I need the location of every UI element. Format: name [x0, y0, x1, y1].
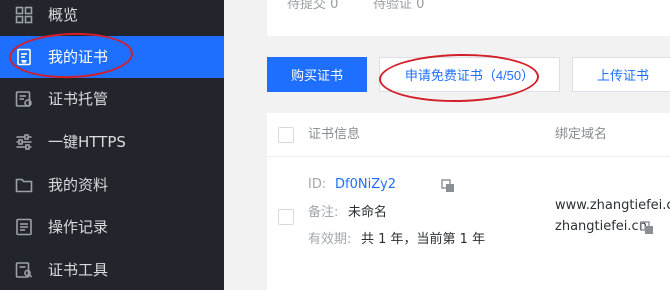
row-checkbox[interactable] [278, 209, 294, 225]
grid-icon [15, 6, 33, 24]
sidebar-item-one-click-https[interactable]: 一键HTTPS [0, 121, 224, 163]
sidebar-item-label: 我的资料 [48, 176, 109, 194]
folder-icon [15, 176, 33, 194]
column-header-certificate-info: 证书信息 [308, 127, 361, 142]
upload-certificate-button[interactable]: 上传证书 [572, 57, 670, 92]
summary-card: 待提交 0 待验证 0 [267, 0, 670, 36]
column-header-bound-domain: 绑定域名 [555, 127, 608, 142]
sidebar-item-my-profile[interactable]: 我的资料 [0, 164, 224, 206]
hosting-icon [15, 90, 33, 108]
remark-value: 未命名 [348, 205, 388, 220]
apply-free-certificate-button[interactable]: 申请免费证书（4/50） [379, 57, 560, 92]
tool-icon [15, 261, 33, 279]
sidebar-item-label: 证书工具 [48, 261, 109, 279]
sidebar-item-operation-log[interactable]: 操作记录 [0, 206, 224, 248]
bound-domain: www.zhangtiefei.cn [555, 198, 670, 213]
validity-label: 有效期: [308, 232, 352, 247]
log-icon [15, 218, 33, 236]
sidebar-item-label: 我的证书 [48, 48, 109, 66]
sidebar-item-label: 操作记录 [48, 218, 109, 236]
buy-certificate-button[interactable]: 购买证书 [267, 57, 367, 92]
copy-icon[interactable] [441, 179, 455, 193]
copy-icon[interactable] [640, 221, 654, 235]
select-all-checkbox[interactable] [278, 127, 294, 143]
validity-value: 共 1 年，当前第 1 年 [361, 232, 486, 247]
sliders-icon [15, 133, 33, 151]
sidebar: 概览 我的证书 证书托管 一键HTTPS 我的资料 操作记录 证书工具 [0, 0, 224, 290]
sidebar-item-certificate-hosting[interactable]: 证书托管 [0, 78, 224, 120]
pending-verify-count: 待验证 0 [373, 0, 425, 12]
table-header: 证书信息 绑定域名 [267, 113, 670, 157]
sidebar-item-certificate-tools[interactable]: 证书工具 [0, 249, 224, 290]
sidebar-item-overview[interactable]: 概览 [0, 0, 224, 36]
bound-domain: zhangtiefei.cn [555, 219, 647, 234]
sidebar-item-label: 证书托管 [48, 90, 109, 108]
remark-label: 备注: [308, 205, 339, 220]
sidebar-item-label: 概览 [48, 6, 79, 24]
certificate-icon [15, 48, 33, 66]
pending-submit-count: 待提交 0 [287, 0, 339, 12]
main-content: 待提交 0 待验证 0 购买证书 申请免费证书（4/50） 上传证书 证书信息 … [224, 0, 670, 290]
certificate-table: 证书信息 绑定域名 ID: Df0NiZy2 备注: 未命名 有效期: 共 1 … [267, 113, 670, 290]
certificate-id-link[interactable]: Df0NiZy2 [335, 176, 396, 194]
sidebar-item-label: 一键HTTPS [48, 133, 126, 151]
id-label: ID: [308, 177, 327, 192]
sidebar-item-my-certificates[interactable]: 我的证书 [0, 36, 224, 78]
